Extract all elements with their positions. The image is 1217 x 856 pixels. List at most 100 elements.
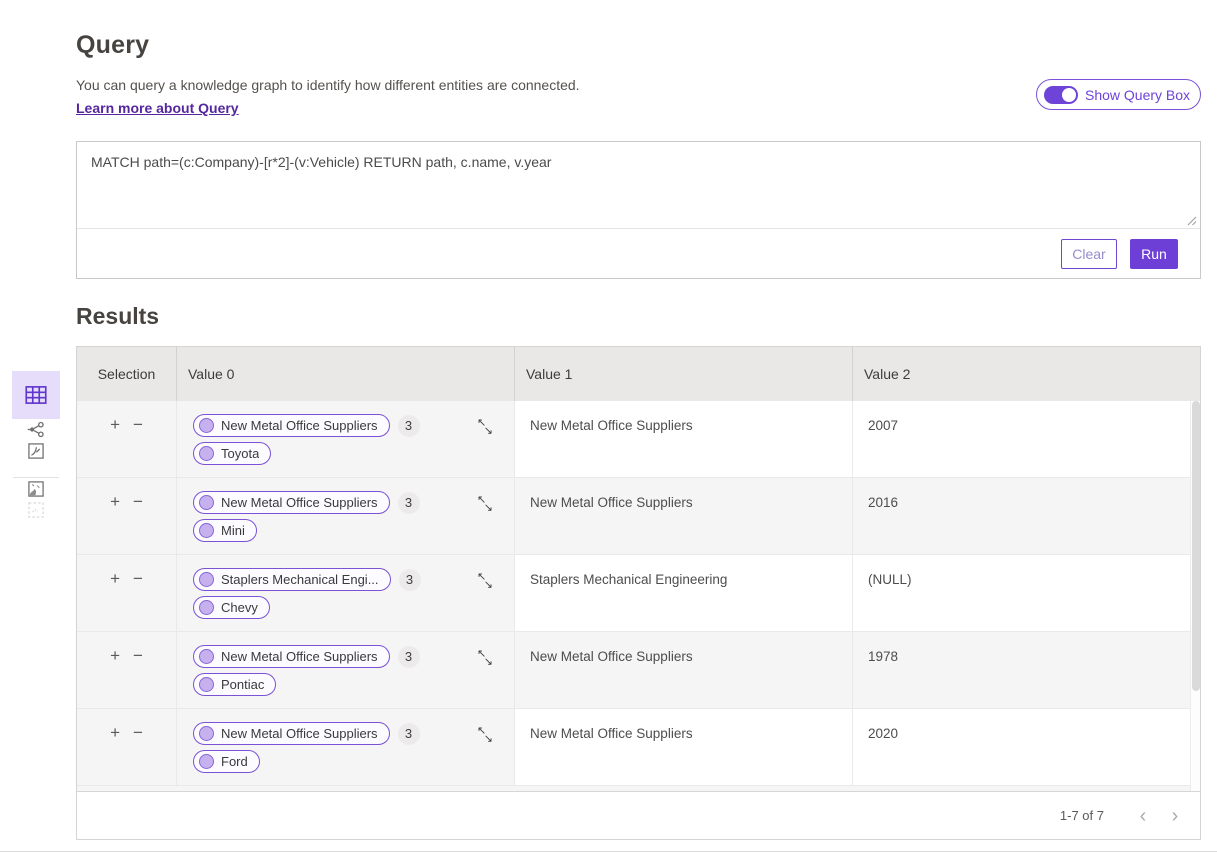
add-to-graph-button[interactable]: + <box>110 416 120 477</box>
remove-from-graph-button[interactable]: − <box>133 647 143 708</box>
column-header-selection: Selection <box>77 347 177 401</box>
value1-cell: New Metal Office Suppliers <box>515 632 853 708</box>
value2-cell: 2020 <box>853 709 1200 785</box>
expand-path-icon[interactable]: ↖↘ <box>477 726 493 743</box>
table-body: + − New Metal Office Suppliers 3 Toyota … <box>77 401 1200 786</box>
resize-grip-icon[interactable] <box>1186 215 1197 226</box>
hop-count-badge: 3 <box>398 646 420 668</box>
selection-cell: + − <box>77 709 177 785</box>
value1-cell: New Metal Office Suppliers <box>515 401 853 477</box>
add-to-graph-button[interactable]: + <box>110 724 120 785</box>
value1-cell: Staplers Mechanical Engineering <box>515 555 853 631</box>
value0-cell: New Metal Office Suppliers 3 Toyota ↖↘ <box>177 401 515 477</box>
add-to-graph-button[interactable]: + <box>110 493 120 554</box>
expand-path-icon[interactable]: ↖↘ <box>477 572 493 589</box>
sidebar-item-graph-view[interactable] <box>25 419 47 440</box>
table-row: + − New Metal Office Suppliers 3 Toyota … <box>77 401 1200 478</box>
node-label: Ford <box>221 754 248 769</box>
node-label: Mini <box>221 523 245 538</box>
results-heading: Results <box>76 303 159 330</box>
graph-view-icon <box>26 419 47 440</box>
node-label: New Metal Office Suppliers <box>221 495 378 510</box>
run-button[interactable]: Run <box>1130 239 1178 269</box>
results-table: Selection Value 0 Value 1 Value 2 + − Ne… <box>76 346 1201 840</box>
query-input[interactable]: MATCH path=(c:Company)-[r*2]-(v:Vehicle)… <box>77 142 1200 228</box>
node-label: New Metal Office Suppliers <box>221 649 378 664</box>
column-header-value1: Value 1 <box>515 347 853 401</box>
selection-cell: + − <box>77 632 177 708</box>
node-pill-end[interactable]: Chevy <box>193 596 270 619</box>
query-box: MATCH path=(c:Company)-[r*2]-(v:Vehicle)… <box>76 141 1201 279</box>
pagination-next-icon[interactable]: › <box>1166 806 1184 826</box>
remove-from-graph-button[interactable]: − <box>133 724 143 785</box>
node-label: Staplers Mechanical Engi... <box>221 572 379 587</box>
selection-cell: + − <box>77 401 177 477</box>
hop-count-badge: 3 <box>398 723 420 745</box>
node-icon <box>199 754 214 769</box>
expand-path-icon[interactable]: ↖↘ <box>477 418 493 435</box>
node-icon <box>199 677 214 692</box>
clear-button[interactable]: Clear <box>1061 239 1117 269</box>
expand-path-icon[interactable]: ↖↘ <box>477 495 493 512</box>
node-label: Pontiac <box>221 677 264 692</box>
add-to-graph-button[interactable]: + <box>110 647 120 708</box>
table-row: + − New Metal Office Suppliers 3 Mini ↖↘… <box>77 478 1200 555</box>
expand-path-icon[interactable]: ↖↘ <box>477 649 493 666</box>
node-icon <box>199 495 214 510</box>
value2-cell: (NULL) <box>853 555 1200 631</box>
query-actions: Clear Run <box>77 229 1200 279</box>
node-pill-start[interactable]: New Metal Office Suppliers <box>193 491 390 514</box>
column-header-value2: Value 2 <box>853 347 1200 401</box>
table-row: + − Staplers Mechanical Engi... 3 Chevy … <box>77 555 1200 632</box>
remove-from-graph-button[interactable]: − <box>133 570 143 631</box>
value0-cell: New Metal Office Suppliers 3 Pontiac ↖↘ <box>177 632 515 708</box>
node-pill-start[interactable]: New Metal Office Suppliers <box>193 414 390 437</box>
custom-view-disabled-icon <box>26 500 46 520</box>
table-row: + − New Metal Office Suppliers 3 Ford ↖↘… <box>77 709 1200 786</box>
table-row: + − New Metal Office Suppliers 3 Pontiac… <box>77 632 1200 709</box>
node-pill-start[interactable]: New Metal Office Suppliers <box>193 645 390 668</box>
table-header: Selection Value 0 Value 1 Value 2 <box>77 347 1200 401</box>
page-bottom-divider <box>0 851 1217 852</box>
toggle-on-icon <box>1044 86 1078 104</box>
node-pill-end[interactable]: Toyota <box>193 442 271 465</box>
value1-cell: New Metal Office Suppliers <box>515 478 853 554</box>
scrollbar-thumb[interactable] <box>1192 401 1200 691</box>
value0-cell: New Metal Office Suppliers 3 Ford ↖↘ <box>177 709 515 785</box>
node-pill-end[interactable]: Ford <box>193 750 260 773</box>
sidebar-item-custom-view <box>25 499 47 520</box>
value2-cell: 2016 <box>853 478 1200 554</box>
selection-cell: + − <box>77 555 177 631</box>
sidebar-item-chart-view[interactable] <box>25 440 47 461</box>
hop-count-badge: 3 <box>398 492 420 514</box>
hop-count-badge: 3 <box>398 415 420 437</box>
node-pill-end[interactable]: Mini <box>193 519 257 542</box>
pagination-prev-icon[interactable]: ‹ <box>1134 806 1152 826</box>
learn-more-link[interactable]: Learn more about Query <box>76 100 239 116</box>
node-icon <box>199 572 214 587</box>
table-scrollbar <box>1190 401 1200 793</box>
node-label: Chevy <box>221 600 258 615</box>
show-query-box-toggle[interactable]: Show Query Box <box>1036 79 1201 110</box>
add-to-graph-button[interactable]: + <box>110 570 120 631</box>
remove-from-graph-button[interactable]: − <box>133 493 143 554</box>
value2-cell: 1978 <box>853 632 1200 708</box>
node-label: New Metal Office Suppliers <box>221 726 378 741</box>
node-label: New Metal Office Suppliers <box>221 418 378 433</box>
pagination-range: 1-7 of 7 <box>1060 808 1104 823</box>
node-icon <box>199 418 214 433</box>
sidebar-item-map-view[interactable] <box>25 478 47 499</box>
value1-cell: New Metal Office Suppliers <box>515 709 853 785</box>
sidebar-item-table-view[interactable] <box>12 371 60 419</box>
node-pill-start[interactable]: New Metal Office Suppliers <box>193 722 390 745</box>
node-icon <box>199 600 214 615</box>
toggle-label: Show Query Box <box>1085 87 1190 103</box>
node-pill-start[interactable]: Staplers Mechanical Engi... <box>193 568 391 591</box>
view-switcher-sidebar <box>12 371 60 520</box>
value2-cell: 2007 <box>853 401 1200 477</box>
remove-from-graph-button[interactable]: − <box>133 416 143 477</box>
node-pill-end[interactable]: Pontiac <box>193 673 276 696</box>
node-icon <box>199 523 214 538</box>
column-header-value0: Value 0 <box>177 347 515 401</box>
map-view-icon <box>26 479 46 499</box>
